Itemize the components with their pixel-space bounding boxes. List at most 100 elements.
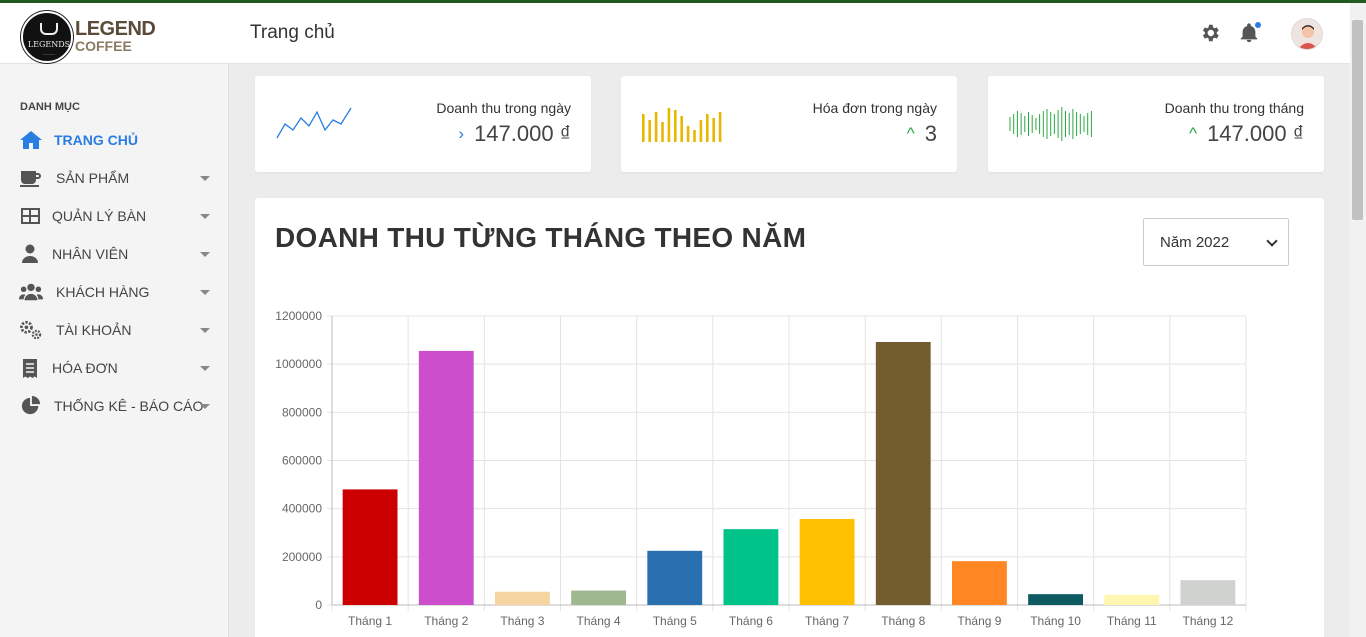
x-tick-label: Tháng 1 — [348, 614, 392, 628]
card-title: Doanh thu trong ngày — [436, 100, 571, 116]
scrollbar-thumb[interactable] — [1352, 20, 1363, 220]
logo-emblem-text: LEGENDS — [27, 40, 71, 49]
chevron-right-icon: › — [458, 124, 465, 143]
y-tick-label: 1200000 — [275, 309, 322, 323]
y-tick-label: 400000 — [282, 502, 322, 516]
y-tick-label: 1000000 — [275, 357, 322, 371]
sparkline-bar — [699, 120, 703, 142]
sparkline-bar-chart — [642, 108, 722, 142]
card-value-row: ^ 3 — [907, 121, 937, 147]
chevron-down-icon — [200, 214, 210, 219]
x-tick-label: Tháng 5 — [653, 614, 697, 628]
card-value: 3 — [924, 121, 937, 146]
bar-2 — [418, 350, 474, 605]
chevron-up-icon: ^ — [906, 124, 915, 143]
chevron-down-icon — [200, 366, 210, 371]
chevron-down-icon — [200, 328, 210, 333]
bar-8 — [875, 342, 931, 605]
sparkline-bar — [642, 114, 645, 142]
sparkline-bar — [661, 122, 664, 142]
card-doanh-thu-ngay: Doanh thu trong ngày › 147.000 ₫ — [255, 76, 591, 172]
sparkline-bar — [648, 120, 651, 142]
home-icon — [20, 131, 42, 149]
table-grid-icon — [21, 208, 40, 224]
bar-4 — [571, 590, 627, 605]
year-select[interactable]: Năm 2022 — [1143, 218, 1289, 266]
bar-5 — [647, 550, 703, 605]
x-tick-label: Tháng 3 — [500, 614, 544, 628]
year-select-value: Năm 2022 — [1160, 234, 1230, 251]
sidebar-item-quan-ly-ban[interactable]: QUẢN LÝ BÀN — [0, 197, 229, 235]
card-title: Hóa đơn trong ngày — [812, 100, 937, 116]
sidebar-item-label: HÓA ĐƠN — [52, 360, 118, 376]
sidebar-item-label: NHÂN VIÊN — [52, 246, 129, 262]
sparkline-bar — [706, 114, 709, 142]
sidebar-item-khach-hang[interactable]: KHÁCH HÀNG — [0, 273, 229, 311]
sparkline-bar — [718, 112, 722, 142]
chevron-up-icon: ^ — [1189, 124, 1198, 143]
sparkline-bar — [680, 116, 683, 142]
avatar-person-icon — [1298, 25, 1318, 49]
sidebar-item-nhan-vien[interactable]: NHÂN VIÊN — [0, 235, 229, 273]
panel-title: DOANH THU TỪNG THÁNG THEO NĂM — [275, 222, 807, 253]
card-value: 147.000 ₫ — [1207, 121, 1304, 146]
sidebar: DANH MỤC TRANG CHỦ SẢN PHẨM QUẢN LÝ BÀN … — [0, 64, 229, 637]
sparkline-line-chart — [276, 107, 352, 139]
bar-6 — [723, 529, 779, 605]
card-value-row: › 147.000 ₫ — [458, 121, 571, 147]
sidebar-item-tai-khoan[interactable]: TÀI KHOẢN — [0, 311, 229, 349]
page-title: Trang chủ — [250, 22, 335, 43]
sidebar-item-trang-chu[interactable]: TRANG CHỦ — [0, 121, 229, 159]
x-tick-label: Tháng 10 — [1030, 614, 1081, 628]
x-tick-label: Tháng 12 — [1183, 614, 1234, 628]
y-tick-label: 0 — [315, 598, 322, 612]
bar-1 — [342, 489, 398, 605]
sparkline-bar — [686, 126, 690, 142]
monthly-revenue-bar-chart: 0 200000 400000 600000 800000 1000000 1200000 T… — [275, 309, 1247, 628]
sparkline-bar — [674, 110, 677, 142]
x-tick-label: Tháng 2 — [424, 614, 468, 628]
bar-10 — [1028, 594, 1084, 605]
bar-9 — [951, 561, 1007, 605]
notification-dot — [1255, 22, 1261, 28]
sidebar-item-thong-ke[interactable]: THỐNG KÊ - BÁO CÁO — [0, 387, 229, 425]
logo-name: LEGEND — [75, 18, 156, 40]
chevron-down-icon — [200, 290, 210, 295]
bar-11 — [1104, 594, 1160, 605]
sparkline-bar — [654, 112, 658, 142]
users-icon — [19, 283, 43, 301]
x-tick-label: Tháng 4 — [577, 614, 621, 628]
card-hoa-don-ngay: Hóa đơn trong ngày ^ 3 — [621, 76, 957, 172]
x-tick-label: Tháng 7 — [805, 614, 849, 628]
gears-icon — [20, 320, 42, 340]
sidebar-item-hoa-don[interactable]: HÓA ĐƠN — [0, 349, 229, 387]
logo-subtitle: COFFEE — [75, 38, 132, 54]
x-tick-label: Tháng 6 — [729, 614, 773, 628]
coffee-cup-icon — [20, 171, 41, 187]
sidebar-item-label: THỐNG KÊ - BÁO CÁO — [54, 398, 204, 414]
avatar[interactable] — [1291, 18, 1323, 50]
sidebar-item-san-pham[interactable]: SẢN PHẨM — [0, 159, 229, 197]
bar-3 — [494, 591, 550, 605]
x-tick-label: Tháng 9 — [957, 614, 1001, 628]
chevron-down-icon — [1266, 235, 1278, 247]
card-value: 147.000 ₫ — [474, 121, 571, 146]
card-doanh-thu-thang: Doanh thu trong tháng ^ 147.000 ₫ — [988, 76, 1324, 172]
y-tick-label: 800000 — [282, 405, 322, 419]
logo-emblem: LEGENDS ——— — [21, 11, 73, 63]
sidebar-item-label: TRANG CHỦ — [54, 132, 138, 148]
y-tick-label: 200000 — [282, 550, 322, 564]
sidebar-item-label: KHÁCH HÀNG — [56, 284, 150, 300]
card-value-row: ^ 147.000 ₫ — [1189, 121, 1304, 147]
chevron-down-icon — [200, 252, 210, 257]
pie-chart-icon — [21, 396, 41, 415]
logo[interactable]: LEGENDS ——— LEGEND COFFEE — [21, 8, 156, 63]
bar-7 — [799, 519, 855, 605]
card-title: Doanh thu trong tháng — [1164, 100, 1304, 116]
x-tick-label: Tháng 8 — [881, 614, 925, 628]
gear-icon[interactable] — [1199, 22, 1221, 44]
receipt-icon — [23, 359, 37, 378]
logo-cup-icon — [40, 23, 58, 35]
sparkline-bar — [667, 108, 671, 142]
logo-emblem-line: ——— — [43, 51, 55, 56]
